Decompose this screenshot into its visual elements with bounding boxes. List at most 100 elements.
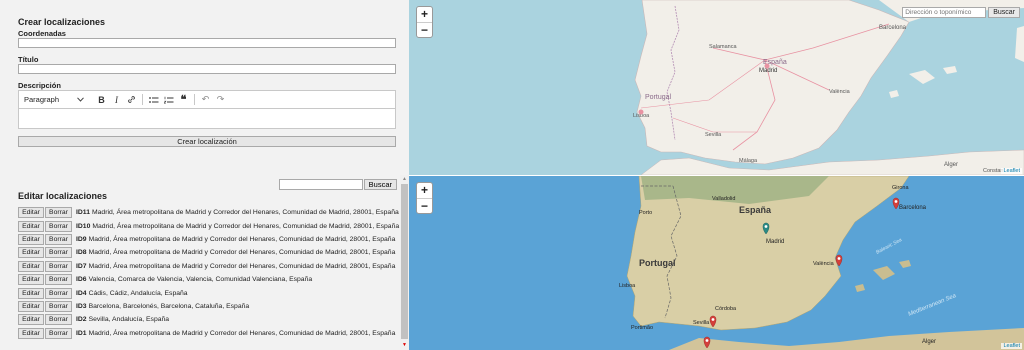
delete-location-button[interactable]: Borrar — [45, 287, 72, 299]
delete-location-button[interactable]: Borrar — [45, 314, 72, 326]
italic-icon[interactable]: I — [109, 93, 124, 107]
delete-location-button[interactable]: Borrar — [45, 300, 72, 312]
location-row: Editar Borrar ID10 Madrid, Área metropolita… — [18, 219, 399, 232]
edit-panel-scrollbar[interactable]: ▲ ▼ — [400, 175, 409, 350]
lisboa-city-dot — [638, 109, 644, 115]
map-label-alger: Alger — [944, 162, 958, 168]
location-id: ID2 — [76, 316, 87, 324]
location-id: ID1 — [76, 329, 87, 337]
location-address: Madrid, Área metropolitana de Madrid y C… — [88, 249, 396, 257]
valencia-marker[interactable] — [835, 254, 843, 267]
location-address: Madrid, Área metropolitana de Madrid y C… — [88, 329, 396, 337]
location-address: Madrid, Área metropolitana de Madrid y C… — [92, 222, 400, 230]
zoom-out-button[interactable]: − — [417, 198, 432, 213]
delete-location-button[interactable]: Borrar — [45, 327, 72, 339]
location-address: Madrid, Área metropolitana de Madrid y C… — [91, 209, 399, 217]
location-id: ID4 — [76, 289, 87, 297]
map-label-girona: Girona — [892, 185, 909, 191]
zoom-in-button[interactable]: + — [417, 183, 432, 198]
coordinates-label: Coordenadas — [18, 29, 66, 38]
block-quote-icon[interactable]: ❝ — [176, 93, 191, 107]
map-label-valencia: València — [829, 89, 851, 95]
location-row: Editar Borrar ID9 Madrid, Área metropolitan… — [18, 233, 399, 246]
location-row: Editar Borrar ID2 Sevilla, Andalucía, Españ… — [18, 313, 399, 326]
description-textarea[interactable] — [19, 109, 395, 128]
location-row: Editar Borrar ID6 Valencia, Comarca de Vale… — [18, 273, 399, 286]
edit-location-button[interactable]: Editar — [18, 260, 44, 272]
delete-location-button[interactable]: Borrar — [45, 274, 72, 286]
location-id: ID3 — [76, 302, 87, 310]
title-input[interactable] — [18, 64, 396, 74]
scrollbar-thumb[interactable] — [401, 184, 408, 339]
geocoder-search-button[interactable]: Buscar — [988, 7, 1020, 18]
delete-location-button[interactable]: Borrar — [45, 220, 72, 232]
bulleted-list-icon[interactable] — [146, 93, 161, 107]
edit-location-button[interactable]: Editar — [18, 220, 44, 232]
street-map[interactable]: Portugal España Lisboa Salamanca Madrid … — [409, 0, 1024, 175]
location-search-button[interactable]: Buscar — [363, 179, 397, 190]
edit-locations-scroll-area[interactable]: Buscar Editar localizaciones Editar Borra… — [0, 175, 400, 350]
map-attribution[interactable]: Leaflet — [1001, 343, 1022, 349]
map-label-sevilla: Sevilla — [693, 320, 710, 326]
numbered-list-icon[interactable] — [161, 93, 176, 107]
edit-location-button[interactable]: Editar — [18, 233, 44, 245]
street-map-labels: Portugal España Lisboa Salamanca Madrid … — [633, 25, 1004, 174]
delete-location-button[interactable]: Borrar — [45, 233, 72, 245]
location-search-input[interactable] — [278, 179, 363, 190]
location-row: Editar Borrar ID3 Barcelona, Barcelonés, Ba… — [18, 300, 399, 313]
title-label: Título — [18, 55, 39, 64]
paragraph-style-dropdown[interactable]: Paragraph — [24, 95, 88, 104]
location-row: Editar Borrar ID11 Madrid, Área metropolita… — [18, 206, 399, 219]
location-row: Editar Borrar ID7 Madrid, Área metropolitan… — [18, 260, 399, 273]
edit-location-button[interactable]: Editar — [18, 274, 44, 286]
link-icon[interactable] — [124, 93, 139, 107]
location-address: Sevilla, Andalucía, España — [88, 316, 170, 324]
delete-location-button[interactable]: Borrar — [45, 260, 72, 272]
geocoder-input[interactable] — [902, 7, 987, 18]
zoom-out-button[interactable]: − — [417, 22, 432, 37]
create-locations-panel: Crear localizaciones Coordenadas Título … — [0, 0, 409, 175]
location-row: Editar Borrar ID1 Madrid, Área metropolitan… — [18, 327, 399, 340]
description-label: Descripción — [18, 81, 61, 90]
location-row: Editar Borrar ID4 Cádis, Cádiz, Andalucía, … — [18, 286, 399, 299]
map-label-portimao: Portimão — [631, 325, 653, 331]
create-location-button[interactable]: Crear localización — [18, 136, 396, 147]
location-id: ID8 — [76, 249, 87, 257]
map-label-porto: Porto — [639, 210, 652, 216]
redo-icon[interactable]: ↷ — [213, 93, 228, 107]
madrid-marker[interactable] — [762, 222, 770, 235]
location-id: ID6 — [76, 276, 87, 284]
location-address: Madrid, Área metropolitana de Madrid y C… — [88, 235, 396, 243]
scroll-up-icon[interactable]: ▲ — [400, 175, 409, 184]
geocoder-search: Buscar — [902, 7, 1020, 18]
edit-location-button[interactable]: Editar — [18, 287, 44, 299]
edit-location-button[interactable]: Editar — [18, 300, 44, 312]
edit-location-button[interactable]: Editar — [18, 314, 44, 326]
location-search: Buscar — [278, 179, 397, 190]
cadiz-marker[interactable] — [703, 336, 711, 349]
map-label-balearic-sea: Balearic Sea — [875, 237, 903, 256]
edit-locations-panel: Buscar Editar localizaciones Editar Borra… — [0, 175, 409, 350]
location-id: ID10 — [76, 222, 91, 230]
zoom-in-button[interactable]: + — [417, 7, 432, 22]
map-label-madrid: Madrid — [759, 68, 777, 74]
edit-location-button[interactable]: Editar — [18, 207, 44, 219]
location-row: Editar Borrar ID8 Madrid, Área metropolitan… — [18, 246, 399, 259]
madrid-city-dot — [764, 63, 770, 69]
delete-location-button[interactable]: Borrar — [45, 247, 72, 259]
sevilla-marker[interactable] — [709, 315, 717, 328]
edit-location-button[interactable]: Editar — [18, 247, 44, 259]
undo-icon[interactable]: ↶ — [198, 93, 213, 107]
location-address: Madrid, Área metropolitana de Madrid y C… — [88, 262, 396, 270]
edit-location-button[interactable]: Editar — [18, 327, 44, 339]
scroll-down-icon[interactable]: ▼ — [400, 341, 409, 350]
map-label-madrid: Madrid — [766, 239, 784, 245]
coordinates-input[interactable] — [18, 38, 396, 48]
bold-icon[interactable]: B — [94, 93, 109, 107]
paragraph-style-value: Paragraph — [24, 95, 60, 104]
delete-location-button[interactable]: Borrar — [45, 207, 72, 219]
terrain-map[interactable]: España Portugal Madrid Barcelona Valènci… — [409, 176, 1024, 350]
bottom-map-zoom-control: + − — [416, 182, 433, 214]
map-attribution[interactable]: Leaflet — [1001, 168, 1022, 174]
top-map-zoom-control: + − — [416, 6, 433, 38]
